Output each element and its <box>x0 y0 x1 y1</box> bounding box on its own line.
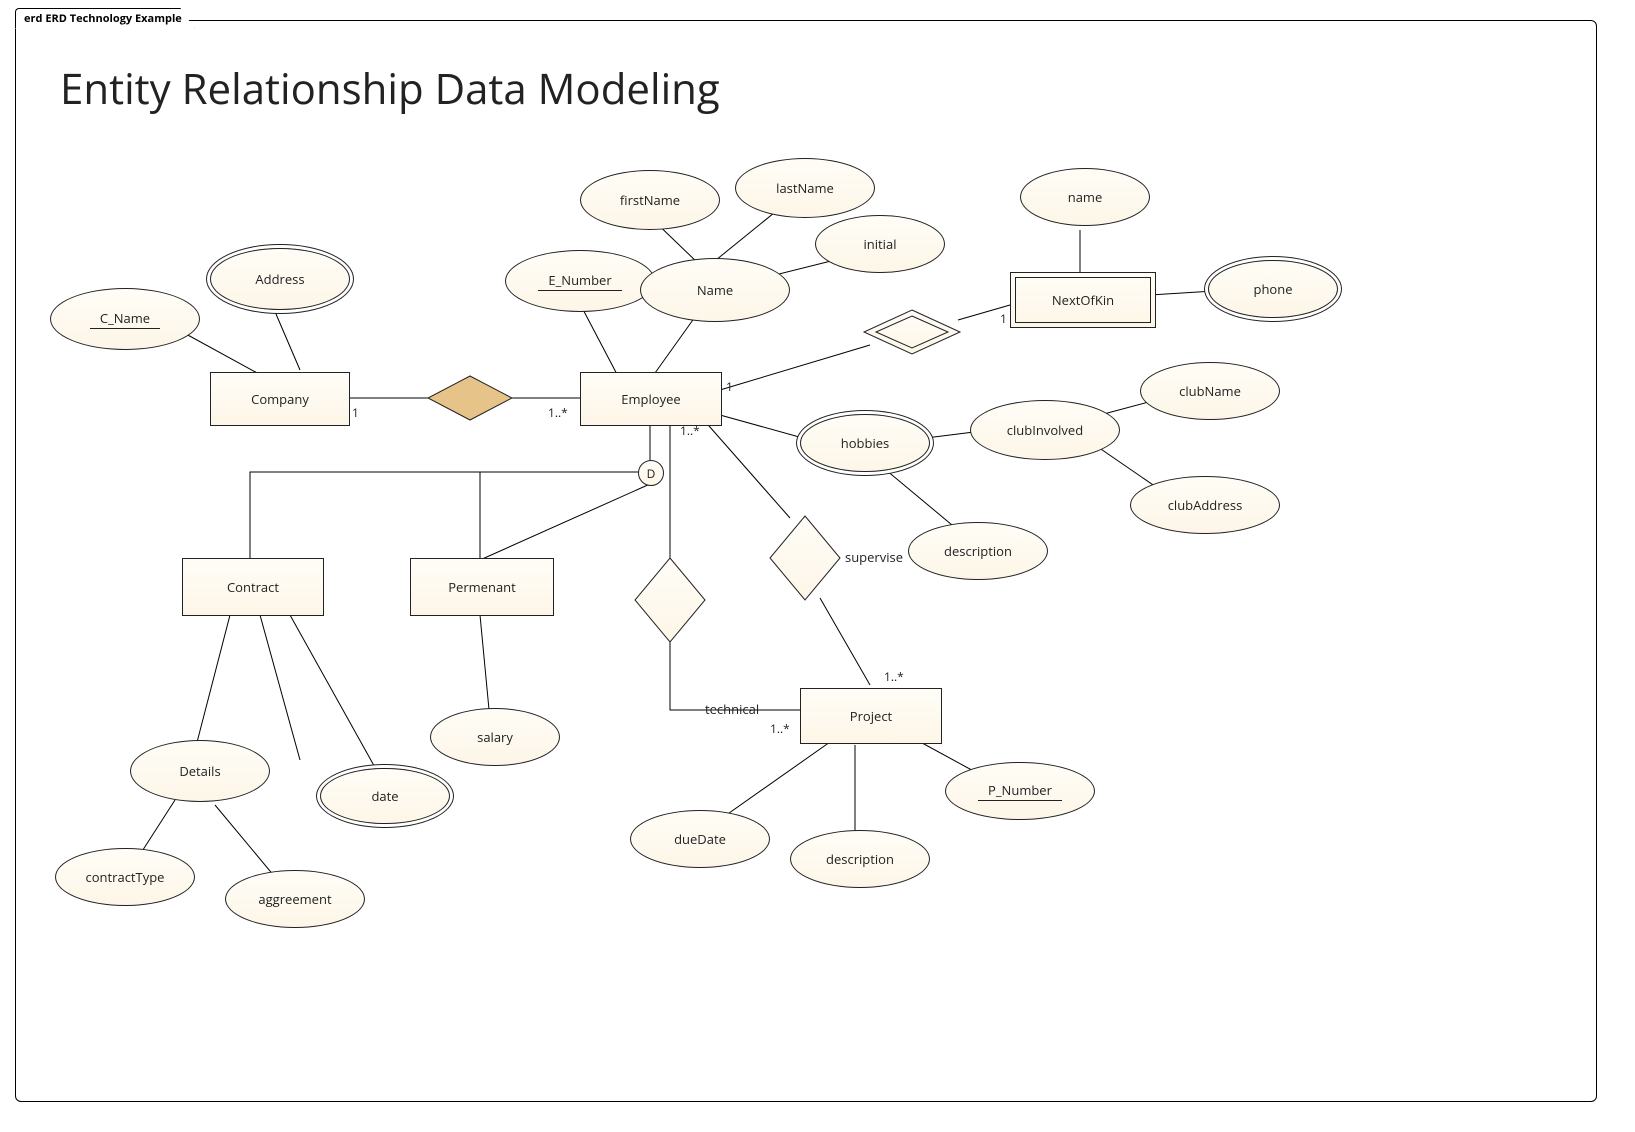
entity-company: Company <box>210 372 350 426</box>
attr-firstname: firstName <box>580 170 720 230</box>
attr-hobbies: hobbies <box>800 414 930 472</box>
entity-permanent: Permenant <box>410 558 554 616</box>
attr-date: date <box>320 768 450 824</box>
card-employee-1m: 1..* <box>548 404 568 421</box>
attr-nok-name: name <box>1020 168 1150 226</box>
card-nok-1: 1 <box>1000 310 1007 327</box>
attr-p-number: P_Number <box>945 762 1095 820</box>
frame-tab: erd ERD Technology Example <box>15 8 195 29</box>
attr-salary: salary <box>430 708 560 766</box>
card-proj-supervise: 1..* <box>884 668 904 685</box>
attr-clubinvolved: clubInvolved <box>970 400 1120 460</box>
attr-c-name: C_Name <box>50 288 200 350</box>
card-employee-nok-1: 1 <box>726 378 733 395</box>
attr-duedate: dueDate <box>630 810 770 868</box>
entity-employee: Employee <box>580 372 722 426</box>
attr-nok-phone: phone <box>1208 260 1338 318</box>
diagram-title: Entity Relationship Data Modeling <box>60 60 720 117</box>
specialization-disjoint: D <box>638 460 664 486</box>
attr-clubname: clubName <box>1140 362 1280 420</box>
attr-details: Details <box>130 740 270 802</box>
entity-nextofkin: NextOfKin <box>1010 272 1156 328</box>
attr-e-number-label: E_Number <box>538 271 621 291</box>
entity-contract: Contract <box>182 558 324 616</box>
role-supervise: supervise <box>845 548 903 566</box>
attr-e-number: E_Number <box>505 250 655 312</box>
attr-proj-description: description <box>790 830 930 888</box>
attr-aggreement: aggreement <box>225 870 365 928</box>
attr-initial: initial <box>815 215 945 273</box>
card-company-1: 1 <box>352 404 359 421</box>
role-technical: technical <box>705 700 759 718</box>
attr-contracttype: contractType <box>55 848 195 906</box>
attr-clubaddress: clubAddress <box>1130 476 1280 534</box>
attr-hobby-description: description <box>908 522 1048 580</box>
attr-c-name-label: C_Name <box>90 309 160 329</box>
attr-lastname: lastName <box>735 158 875 218</box>
card-employee-proj: 1..* <box>680 422 700 439</box>
card-proj-tech: 1..* <box>770 720 790 737</box>
attr-address: Address <box>210 248 350 310</box>
attr-p-number-label: P_Number <box>978 781 1062 801</box>
attr-name-composite: Name <box>640 258 790 322</box>
entity-project: Project <box>800 688 942 744</box>
